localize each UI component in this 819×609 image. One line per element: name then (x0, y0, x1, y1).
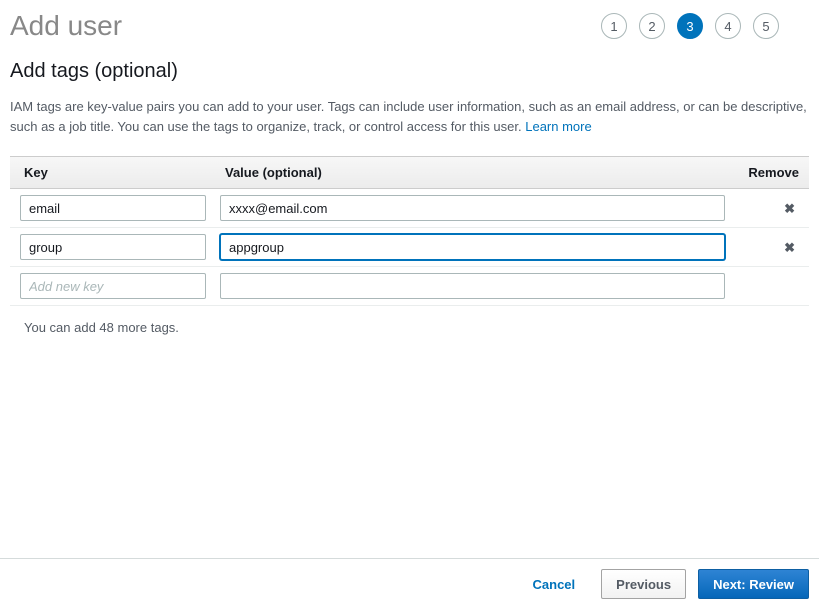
section-description: IAM tags are key-value pairs you can add… (10, 97, 809, 136)
cancel-button[interactable]: Cancel (519, 569, 590, 599)
tags-table: Key Value (optional) Remove ✖ ✖ (10, 156, 809, 306)
step-1[interactable]: 1 (601, 13, 627, 39)
header-remove: Remove (739, 165, 799, 180)
table-row-new (10, 267, 809, 306)
next-review-button[interactable]: Next: Review (698, 569, 809, 599)
footer: Cancel Previous Next: Review (0, 558, 819, 609)
tag-value-input[interactable] (220, 195, 725, 221)
page-title: Add user (10, 10, 122, 42)
header: Add user 1 2 3 4 5 (10, 10, 809, 42)
step-2[interactable]: 2 (639, 13, 665, 39)
remaining-tags-text: You can add 48 more tags. (10, 306, 809, 335)
previous-button[interactable]: Previous (601, 569, 686, 599)
table-row: ✖ (10, 228, 809, 267)
tag-key-input[interactable] (20, 234, 206, 260)
tag-key-input[interactable] (20, 195, 206, 221)
description-text: IAM tags are key-value pairs you can add… (10, 99, 807, 134)
header-key: Key (20, 165, 220, 180)
new-tag-value-input[interactable] (220, 273, 725, 299)
wizard-steps: 1 2 3 4 5 (601, 13, 809, 39)
step-4[interactable]: 4 (715, 13, 741, 39)
new-tag-key-input[interactable] (20, 273, 206, 299)
tags-header-row: Key Value (optional) Remove (10, 156, 809, 189)
tag-value-input[interactable] (220, 234, 725, 260)
learn-more-link[interactable]: Learn more (525, 119, 591, 134)
remove-icon[interactable]: ✖ (784, 201, 795, 216)
header-value: Value (optional) (220, 165, 739, 180)
step-3[interactable]: 3 (677, 13, 703, 39)
table-row: ✖ (10, 189, 809, 228)
remove-icon[interactable]: ✖ (784, 240, 795, 255)
section-title: Add tags (optional) (10, 60, 809, 83)
step-5[interactable]: 5 (753, 13, 779, 39)
